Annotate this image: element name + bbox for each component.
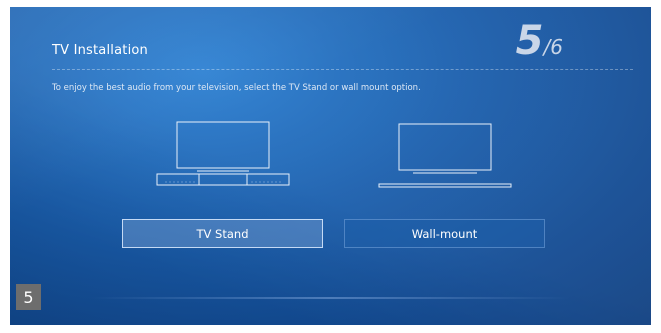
step-indicator: 5/6 (516, 21, 563, 61)
header-divider (52, 69, 633, 70)
wall-mount-illustration (377, 122, 513, 192)
tv-stand-button[interactable]: TV Stand (122, 219, 323, 248)
floor-highlight (90, 297, 570, 299)
step-total: 6 (550, 35, 563, 59)
step-current: 5 (515, 18, 544, 64)
wall-mount-button[interactable]: Wall-mount (344, 219, 545, 248)
instruction-text: To enjoy the best audio from your televi… (52, 83, 421, 93)
tv-on-soundbar-icon (156, 121, 290, 186)
page-number-badge: 5 (16, 284, 41, 310)
page-title: TV Installation (52, 43, 148, 58)
tv-stand-illustration (155, 120, 291, 190)
wall-mounted-tv-icon (378, 123, 512, 188)
tv-installation-screen: TV Installation 5/6 To enjoy the best au… (10, 7, 651, 325)
